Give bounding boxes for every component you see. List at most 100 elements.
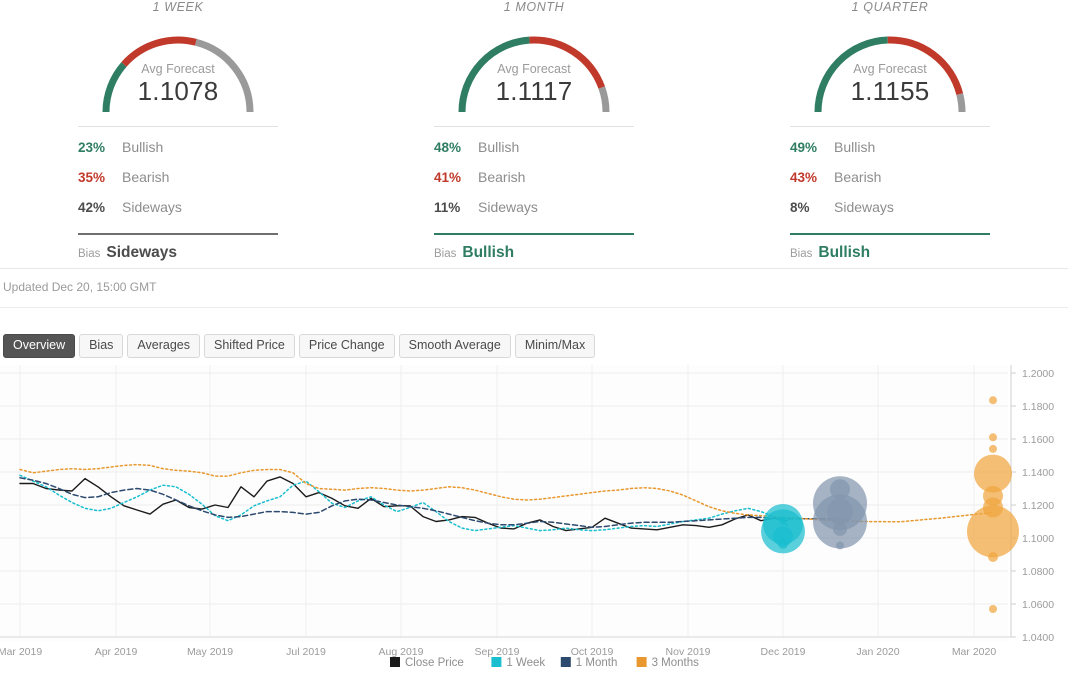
divider [790, 126, 990, 127]
tab-price-change[interactable]: Price Change [298, 334, 395, 358]
bias-row: Bias Sideways [78, 244, 278, 262]
bearish-label: Bearish [834, 169, 882, 185]
chart-tabs: Overview Bias Averages Shifted Price Price C… [3, 334, 596, 358]
y-tick-label: 1.2000 [1022, 368, 1054, 380]
gauge-value: 1.1155 [850, 76, 930, 106]
bias-key: Bias [790, 248, 813, 260]
legend-swatch [390, 657, 400, 667]
x-tick-label: Jul 2019 [286, 646, 326, 658]
forecast-bubble[interactable] [778, 538, 788, 549]
tab-minim-max[interactable]: Minim/Max [514, 334, 596, 358]
y-tick-label: 1.1400 [1022, 467, 1054, 479]
bias-row: Bias Bullish [790, 244, 990, 262]
legend-label: 1 Week [506, 657, 545, 669]
bearish-percent: 43% [790, 170, 818, 185]
forecast-panel-1-week: 1 WEEK Avg Forecast 1.1078 23% Bullish 3… [0, 0, 356, 268]
section-divider-bottom [0, 307, 1068, 308]
y-tick-label: 1.1800 [1022, 401, 1054, 413]
divider [434, 126, 634, 127]
y-tick-label: 1.1200 [1022, 500, 1054, 512]
legend-label: 1 Month [576, 657, 618, 669]
forecast-panel-1-month: 1 MONTH Avg Forecast 1.1117 48% Bullish … [356, 0, 712, 268]
stat-row-bullish: 49% Bullish [790, 139, 990, 169]
panel-title: 1 MONTH [503, 0, 565, 14]
y-tick-label: 1.0600 [1022, 599, 1054, 611]
legend-swatch [560, 657, 571, 667]
tab-bias[interactable]: Bias [79, 334, 124, 358]
tab-smooth-average[interactable]: Smooth Average [398, 334, 511, 358]
gauge-1-quarter: Avg Forecast 1.1155 [712, 16, 1068, 116]
bearish-label: Bearish [122, 169, 170, 185]
bias-row: Bias Bullish [434, 244, 634, 262]
gauge-label: Avg Forecast [141, 62, 215, 76]
y-tick-label: 1.1600 [1022, 434, 1054, 446]
sideways-percent: 8% [790, 200, 810, 215]
stats-list: 49% Bullish 43% Bearish 8% Sideways [790, 139, 990, 229]
forecast-panels: 1 WEEK Avg Forecast 1.1078 23% Bullish 3… [0, 0, 1068, 268]
stat-row-sideways: 42% Sideways [78, 199, 278, 229]
bias-underline [434, 233, 634, 235]
bias-underline [78, 233, 278, 235]
gauge-value: 1.1117 [495, 76, 573, 106]
tab-shifted-price[interactable]: Shifted Price [204, 334, 295, 358]
forecast-bubble[interactable] [989, 605, 997, 613]
y-tick-label: 1.0400 [1022, 632, 1054, 644]
gauge-label: Avg Forecast [497, 62, 571, 76]
section-divider-top [0, 268, 1068, 269]
gauge-value: 1.1078 [137, 76, 219, 106]
stats-list: 23% Bullish 35% Bearish 42% Sideways [78, 139, 278, 229]
bias-key: Bias [78, 248, 101, 260]
x-tick-label: Mar 2019 [0, 646, 42, 658]
bearish-percent: 35% [78, 170, 106, 185]
legend-swatch [491, 657, 502, 667]
x-tick-label: Dec 2019 [761, 646, 806, 658]
sideways-percent: 11% [434, 200, 461, 215]
legend-label: Close Price [405, 657, 464, 669]
tab-overview[interactable]: Overview [3, 334, 76, 358]
bullish-label: Bullish [834, 139, 876, 155]
y-tick-label: 1.1000 [1022, 533, 1054, 545]
panel-title: 1 WEEK [152, 0, 204, 14]
forecast-bubble[interactable] [967, 505, 1019, 558]
forecast-bubble[interactable] [989, 433, 997, 442]
x-tick-label: Mar 2020 [952, 646, 997, 658]
stats-list: 48% Bullish 41% Bearish 11% Sideways [434, 139, 634, 229]
sideways-label: Sideways [834, 199, 894, 215]
forecast-bubble[interactable] [989, 396, 997, 405]
bias-value: Bullish [818, 244, 871, 261]
gauge-1-month: Avg Forecast 1.1117 [356, 16, 712, 116]
bullish-percent: 49% [790, 140, 818, 155]
bias-value: Bullish [462, 244, 515, 261]
forecast-bubble[interactable] [833, 521, 847, 536]
x-tick-label: Apr 2019 [95, 646, 138, 658]
legend-label: 3 Months [652, 657, 700, 669]
stat-row-sideways: 11% Sideways [434, 199, 634, 229]
x-tick-label: May 2019 [187, 646, 233, 658]
divider [78, 126, 278, 127]
chart-canvas[interactable]: 1.2000 1.1800 1.1600 1.1400 1.1200 1.1000 1.08… [0, 365, 1068, 681]
legend-swatch [636, 657, 647, 667]
gauge-1-week: Avg Forecast 1.1078 [0, 16, 356, 116]
stat-row-bearish: 41% Bearish [434, 169, 634, 199]
stat-row-bearish: 35% Bearish [78, 169, 278, 199]
bullish-label: Bullish [122, 139, 164, 155]
forecast-bubble[interactable] [988, 552, 998, 562]
sideways-percent: 42% [78, 200, 106, 215]
bearish-percent: 41% [434, 170, 462, 185]
tab-averages[interactable]: Averages [127, 334, 201, 358]
bias-underline [790, 233, 990, 235]
forecast-bubble[interactable] [827, 498, 853, 525]
bias-key: Bias [434, 248, 457, 260]
x-tick-label: Jan 2020 [856, 646, 899, 658]
stat-row-bullish: 23% Bullish [78, 139, 278, 169]
forecast-chart: 1.2000 1.1800 1.1600 1.1400 1.1200 1.1000 1.08… [0, 365, 1068, 681]
forecast-bubble[interactable] [989, 444, 997, 453]
y-tick-label: 1.0800 [1022, 566, 1054, 578]
stat-row-bearish: 43% Bearish [790, 169, 990, 199]
gauge-label: Avg Forecast [853, 62, 927, 76]
sideways-label: Sideways [478, 199, 538, 215]
bearish-label: Bearish [478, 169, 526, 185]
stat-row-sideways: 8% Sideways [790, 199, 990, 229]
forecast-bubble[interactable] [836, 541, 844, 550]
updated-timestamp: Updated Dec 20, 15:00 GMT [3, 280, 157, 294]
